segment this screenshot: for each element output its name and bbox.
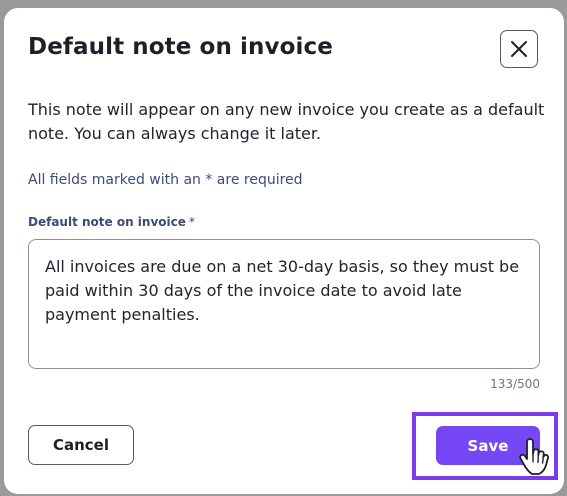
- close-button[interactable]: [500, 30, 538, 68]
- dialog-description: This note will appear on any new invoice…: [28, 100, 545, 143]
- default-note-dialog: Default note on invoice This note will a…: [4, 8, 564, 494]
- close-icon: [511, 41, 527, 57]
- hand-pointer-icon: [519, 438, 550, 475]
- character-counter: 133/500: [490, 377, 540, 391]
- required-marker: *: [188, 215, 195, 229]
- cancel-button[interactable]: Cancel: [28, 425, 134, 465]
- default-note-textarea[interactable]: All invoices are due on a net 30-day bas…: [28, 239, 540, 369]
- dialog-title: Default note on invoice: [28, 34, 333, 60]
- note-field-label: Default note on invoice *: [28, 215, 195, 229]
- note-field-label-text: Default note on invoice: [28, 215, 186, 229]
- required-fields-notice: All fields marked with an * are required: [28, 172, 303, 188]
